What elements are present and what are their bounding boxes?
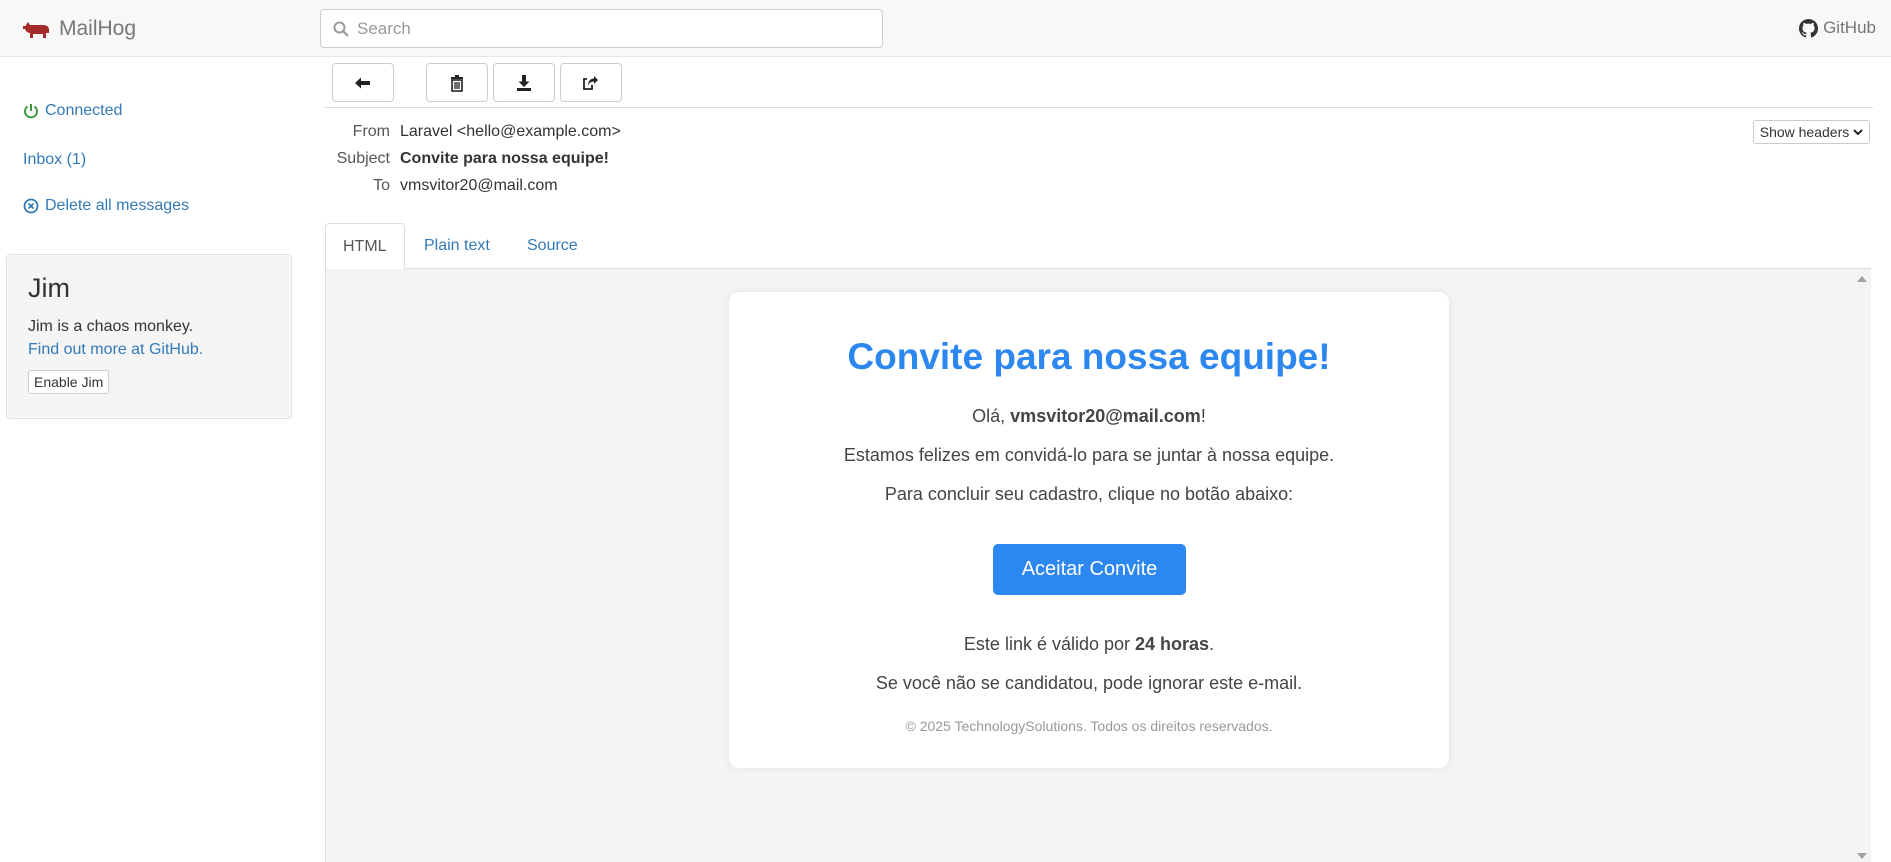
delete-all-label: Delete all messages bbox=[45, 197, 190, 214]
show-headers-select[interactable]: Show headers bbox=[1753, 120, 1870, 144]
email-title: Convite para nossa equipe! bbox=[847, 336, 1331, 377]
show-headers-label: Show headers bbox=[1759, 124, 1850, 140]
top-navbar: MailHog GitHub bbox=[0, 0, 1891, 57]
email-greeting: Olá, vmsvitor20@mail.com! bbox=[729, 406, 1449, 427]
release-button[interactable] bbox=[560, 63, 622, 102]
scroll-down-arrow-icon[interactable] bbox=[1857, 853, 1867, 859]
view-tabs: HTML Plain text Source bbox=[325, 223, 1871, 270]
github-link[interactable]: GitHub bbox=[1799, 18, 1876, 38]
greeting-name: vmsvitor20@mail.com bbox=[1010, 406, 1201, 426]
share-icon bbox=[583, 75, 598, 90]
power-icon bbox=[24, 104, 38, 119]
tab-plain-text[interactable]: Plain text bbox=[407, 223, 507, 269]
brand-link[interactable]: MailHog bbox=[23, 17, 136, 41]
search-input[interactable] bbox=[357, 18, 857, 39]
to-label: To bbox=[373, 177, 390, 194]
header-to-row: To vmsvitor20@mail.com bbox=[325, 177, 558, 195]
jim-github-link[interactable]: Find out more at GitHub. bbox=[28, 338, 270, 361]
validity-prefix: Este link é válido por bbox=[963, 634, 1136, 654]
trash-icon bbox=[451, 74, 463, 92]
jim-panel: Jim Jim is a chaos monkey. Find out more… bbox=[6, 254, 292, 419]
from-value: Laravel <hello@example.com> bbox=[400, 123, 621, 140]
email-line-3: Se você não se candidatou, pode ignorar … bbox=[875, 673, 1303, 693]
inbox-label: Inbox (1) bbox=[23, 151, 87, 168]
toolbar-divider bbox=[325, 107, 1873, 108]
pig-logo-icon bbox=[23, 22, 49, 38]
brand-name: MailHog bbox=[59, 17, 137, 40]
github-icon bbox=[1799, 18, 1819, 38]
delete-all-messages-link[interactable]: Delete all messages bbox=[23, 197, 189, 215]
validity-suffix: . bbox=[1209, 634, 1215, 654]
from-label: From bbox=[352, 123, 390, 140]
email-footer: © 2025 TechnologySolutions. Todos os dir… bbox=[905, 718, 1273, 734]
email-line-1: Estamos felizes em convidá-lo para se ju… bbox=[843, 445, 1335, 465]
search-box[interactable] bbox=[320, 9, 883, 48]
email-validity: Este link é válido por 24 horas. bbox=[729, 634, 1449, 655]
header-from-row: From Laravel <hello@example.com> bbox=[325, 123, 621, 141]
back-button[interactable] bbox=[332, 63, 394, 102]
subject-label: Subject bbox=[336, 150, 390, 167]
tab-source[interactable]: Source bbox=[510, 223, 595, 269]
circle-x-icon bbox=[23, 198, 39, 214]
email-line-2: Para concluir seu cadastro, clique no bo… bbox=[884, 484, 1294, 504]
greeting-suffix: ! bbox=[1200, 406, 1206, 426]
validity-duration: 24 horas bbox=[1135, 634, 1210, 654]
greeting-prefix: Olá, bbox=[972, 406, 1011, 426]
preview-scrollbar[interactable] bbox=[1854, 269, 1871, 862]
chevron-down-icon bbox=[1853, 129, 1863, 136]
download-button[interactable] bbox=[493, 63, 555, 102]
scroll-up-arrow-icon[interactable] bbox=[1857, 276, 1867, 282]
github-label: GitHub bbox=[1823, 18, 1876, 37]
enable-jim-button[interactable]: Enable Jim bbox=[28, 370, 110, 394]
delete-button[interactable] bbox=[426, 63, 488, 102]
header-subject-row: Subject Convite para nossa equipe! bbox=[325, 150, 609, 168]
jim-title: Jim bbox=[28, 273, 70, 303]
to-value: vmsvitor20@mail.com bbox=[400, 177, 558, 194]
tab-html[interactable]: HTML bbox=[325, 223, 405, 270]
sidebar-item-inbox[interactable]: Inbox (1) bbox=[23, 151, 86, 169]
email-preview-frame[interactable]: Convite para nossa equipe! Olá, vmsvitor… bbox=[325, 269, 1871, 862]
connected-label: Connected bbox=[45, 102, 123, 119]
arrow-left-icon bbox=[355, 77, 370, 88]
email-card: Convite para nossa equipe! Olá, vmsvitor… bbox=[729, 292, 1449, 768]
jim-description: Jim is a chaos monkey. bbox=[28, 318, 194, 335]
accept-invite-button[interactable]: Aceitar Convite bbox=[993, 544, 1186, 595]
download-icon bbox=[517, 74, 531, 91]
connected-status[interactable]: Connected bbox=[23, 102, 122, 120]
search-icon bbox=[333, 21, 349, 37]
subject-value: Convite para nossa equipe! bbox=[400, 150, 609, 167]
